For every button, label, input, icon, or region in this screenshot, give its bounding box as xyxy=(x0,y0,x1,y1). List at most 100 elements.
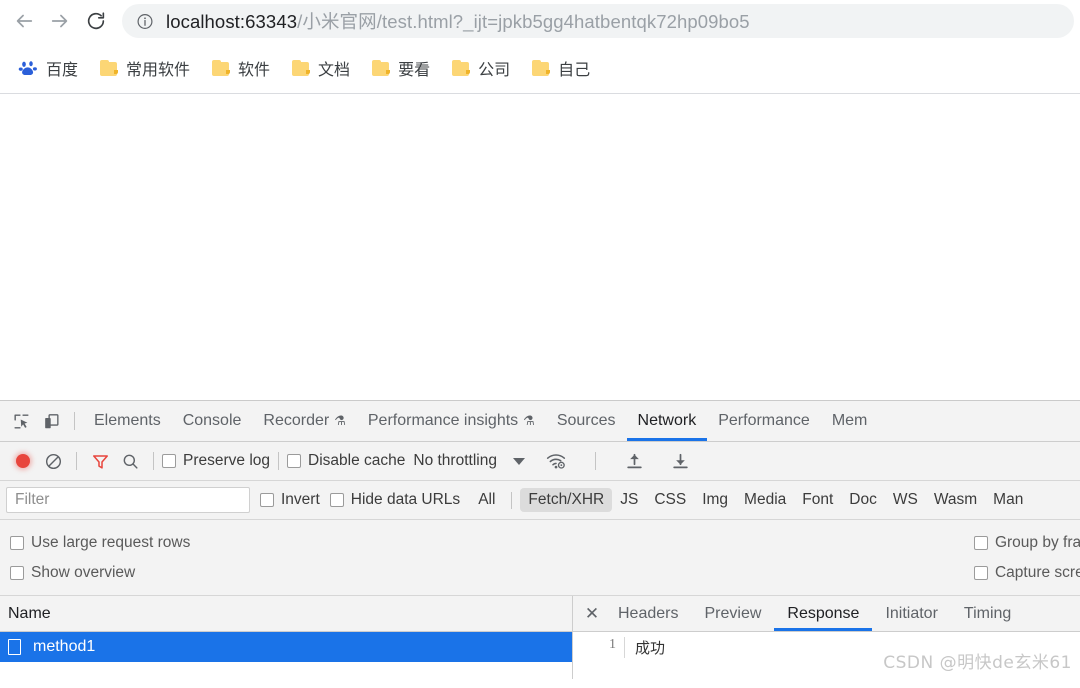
network-filter-bar: Filter Invert Hide data URLs All Fetch/X… xyxy=(0,481,1080,520)
line-number: 1 xyxy=(573,637,625,658)
close-detail-button[interactable]: ✕ xyxy=(579,601,605,627)
filter-placeholder: Filter xyxy=(15,491,50,508)
address-bar[interactable]: localhost:63343/小米官网/test.html?_ijt=jpkb… xyxy=(122,4,1074,38)
document-icon xyxy=(8,639,21,655)
tab-preview[interactable]: Preview xyxy=(691,596,774,631)
filter-type-label: All xyxy=(478,491,496,508)
tab-label: Headers xyxy=(618,604,679,622)
filter-type-manifest[interactable]: Man xyxy=(985,488,1031,512)
invert-checkbox[interactable]: Invert xyxy=(260,491,320,509)
browser-window: localhost:63343/小米官网/test.html?_ijt=jpkb… xyxy=(0,0,1080,688)
filter-type-css[interactable]: CSS xyxy=(646,488,694,512)
bookmark-label: 公司 xyxy=(478,61,511,79)
tab-elements[interactable]: Elements xyxy=(83,402,172,441)
disable-cache-label: Disable cache xyxy=(308,452,406,469)
inspect-element-button[interactable] xyxy=(6,406,36,436)
filter-input[interactable]: Filter xyxy=(6,487,250,513)
column-header-name: Name xyxy=(8,604,51,622)
info-circle-icon[interactable] xyxy=(136,12,154,30)
bookmark-label: 常用软件 xyxy=(126,61,191,79)
watermark: CSDN @明快de玄米61 xyxy=(883,653,1072,673)
request-list-header: Name xyxy=(0,596,572,632)
filter-type-media[interactable]: Media xyxy=(736,488,794,512)
filter-type-font[interactable]: Font xyxy=(794,488,841,512)
folder-icon xyxy=(372,59,391,76)
filter-type-wasm[interactable]: Wasm xyxy=(926,488,985,512)
network-toolbar: Preserve log Disable cache No throttling xyxy=(0,442,1080,481)
table-row[interactable]: method1 xyxy=(0,632,572,662)
filter-button[interactable] xyxy=(85,446,115,476)
network-conditions-button[interactable] xyxy=(541,446,571,476)
tab-label: Response xyxy=(787,604,860,622)
bookmark-label: 文档 xyxy=(318,61,351,79)
preserve-log-label: Preserve log xyxy=(183,452,271,469)
reload-button[interactable] xyxy=(78,3,114,39)
export-har-button[interactable] xyxy=(666,446,696,476)
bookmark-baidu[interactable]: 百度 xyxy=(10,52,86,84)
folder-icon xyxy=(100,59,119,76)
tab-initiator[interactable]: Initiator xyxy=(872,596,950,631)
device-toolbar-button[interactable] xyxy=(36,406,66,436)
record-button[interactable] xyxy=(8,446,38,476)
bookmark-folder-ruanjian[interactable]: 软件 xyxy=(204,52,278,84)
bookmarks-bar: 百度 常用软件 软件 文档 要看 公司 自己 xyxy=(0,42,1080,94)
tab-headers[interactable]: Headers xyxy=(605,596,691,631)
url-path: /小米官网/test.html?_ijt=jpkb5gg4hatbentqk72… xyxy=(297,11,750,32)
tab-label: Mem xyxy=(831,412,868,429)
filter-type-js[interactable]: JS xyxy=(612,488,646,512)
bookmark-folder-wendang[interactable]: 文档 xyxy=(284,52,358,84)
folder-icon xyxy=(532,59,551,76)
chevron-down-icon[interactable] xyxy=(512,457,525,465)
arrow-right-icon xyxy=(51,14,68,28)
tab-label: Preview xyxy=(704,604,762,622)
toolbar-divider xyxy=(278,452,280,470)
filter-type-doc[interactable]: Doc xyxy=(841,488,885,512)
bookmark-folder-gongsi[interactable]: 公司 xyxy=(444,52,518,84)
show-overview-checkbox[interactable]: Show overview xyxy=(10,564,190,582)
search-button[interactable] xyxy=(115,446,145,476)
tab-performance[interactable]: Performance xyxy=(707,402,821,441)
tab-performance-insights[interactable]: Performance insights ⚗ xyxy=(357,402,546,441)
throttling-select[interactable]: No throttling xyxy=(413,452,497,470)
group-by-frame-checkbox[interactable]: Group by frame xyxy=(973,534,1080,552)
forward-button[interactable] xyxy=(42,3,78,39)
filter-type-label: WS xyxy=(892,491,918,508)
filter-type-label: Man xyxy=(993,491,1024,508)
wifi-settings-icon xyxy=(546,454,566,469)
capture-screenshots-checkbox[interactable]: Capture screenshots xyxy=(973,564,1080,582)
use-large-request-rows-label: Use large request rows xyxy=(31,533,191,551)
toolbar-divider xyxy=(153,452,154,470)
disable-cache-checkbox[interactable]: Disable cache xyxy=(287,452,405,470)
filter-funnel-icon xyxy=(92,454,108,469)
checkbox-box xyxy=(10,565,24,580)
filter-type-all[interactable]: All xyxy=(470,488,503,512)
tab-timing[interactable]: Timing xyxy=(951,596,1024,631)
bookmark-folder-changyongruanjian[interactable]: 常用软件 xyxy=(92,52,198,84)
tab-sources[interactable]: Sources xyxy=(546,402,627,441)
use-large-request-rows-checkbox[interactable]: Use large request rows xyxy=(10,534,190,552)
clear-network-log-button[interactable] xyxy=(38,446,68,476)
tab-label: Sources xyxy=(556,412,616,429)
devtools-tabbar: Elements Console Recorder ⚗ Performance … xyxy=(0,401,1080,442)
bookmark-folder-ziji[interactable]: 自己 xyxy=(524,52,598,84)
tab-label: Timing xyxy=(963,604,1012,622)
tab-memory[interactable]: Mem xyxy=(821,402,879,441)
tab-label: Initiator xyxy=(885,604,938,622)
filter-type-ws[interactable]: WS xyxy=(885,488,926,512)
bookmark-folder-yaokan[interactable]: 要看 xyxy=(364,52,438,84)
preserve-log-checkbox[interactable]: Preserve log xyxy=(162,452,270,470)
filter-type-fetch-xhr[interactable]: Fetch/XHR xyxy=(520,488,613,512)
tab-recorder[interactable]: Recorder ⚗ xyxy=(252,402,356,441)
tab-network[interactable]: Network xyxy=(627,402,708,441)
record-button-icon xyxy=(16,454,30,468)
hide-data-urls-checkbox[interactable]: Hide data URLs xyxy=(329,491,460,509)
reload-icon xyxy=(87,12,105,30)
filter-type-label: Media xyxy=(744,491,787,508)
import-har-button[interactable] xyxy=(620,446,650,476)
filter-type-img[interactable]: Img xyxy=(694,488,736,512)
tab-console[interactable]: Console xyxy=(172,402,253,441)
tab-response[interactable]: Response xyxy=(774,596,872,631)
checkbox-box xyxy=(973,565,988,580)
url-host: localhost:63343 xyxy=(166,11,298,32)
back-button[interactable] xyxy=(6,3,42,39)
